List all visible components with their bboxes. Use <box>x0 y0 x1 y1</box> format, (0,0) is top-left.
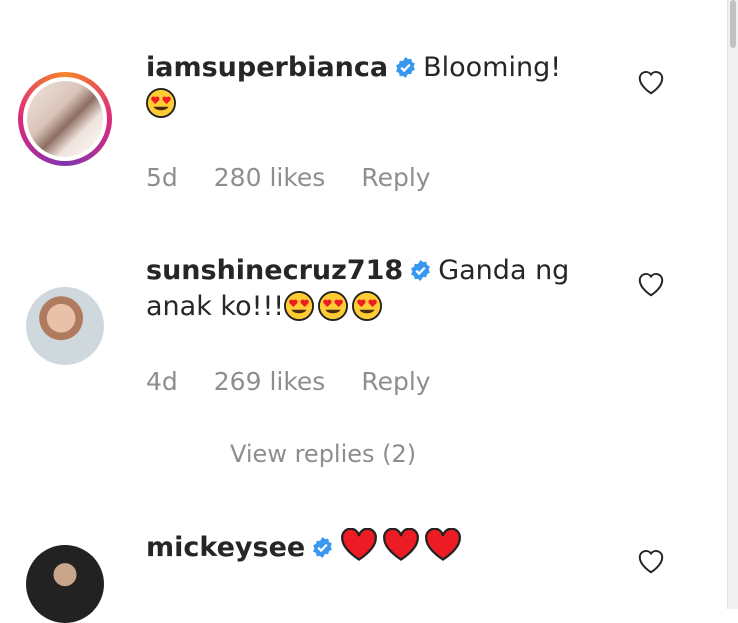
heart-outline-icon[interactable] <box>636 547 666 575</box>
comment-likes[interactable]: 269 likes <box>214 367 326 396</box>
avatar <box>27 81 103 157</box>
comment-text: iamsuperbianca Blooming! <box>146 50 616 122</box>
comment-likes[interactable]: 280 likes <box>214 163 326 192</box>
avatar[interactable] <box>26 287 104 365</box>
comment-text: mickeysee <box>146 528 616 566</box>
comment-body: Blooming! <box>423 52 562 83</box>
heart-eyes-emoji <box>352 291 383 321</box>
reply-button[interactable]: Reply <box>361 367 430 396</box>
red-heart-emoji <box>383 528 420 561</box>
verified-badge-icon <box>411 259 431 282</box>
avatar-story-ring[interactable] <box>18 72 112 166</box>
reply-button[interactable]: Reply <box>361 163 430 192</box>
comment-meta: 4d 269 likes Reply <box>146 367 467 396</box>
comment-age[interactable]: 5d <box>146 163 178 192</box>
heart-outline-icon[interactable] <box>636 68 666 96</box>
comment-username[interactable]: sunshinecruz718 <box>146 255 403 286</box>
scrollbar-thumb[interactable] <box>730 0 736 48</box>
verified-badge-icon <box>396 56 416 79</box>
comment-text: sunshinecruz718 Ganda ng anak ko!!! <box>146 253 616 325</box>
scrollbar[interactable] <box>727 0 738 609</box>
verified-badge-icon <box>313 536 333 559</box>
comment-body: anak ko!!! <box>146 291 285 322</box>
heart-eyes-emoji <box>318 291 349 321</box>
heart-outline-icon[interactable] <box>636 270 666 298</box>
heart-eyes-emoji <box>284 291 315 321</box>
comment-username[interactable]: mickeysee <box>146 532 305 563</box>
red-heart-emoji <box>341 528 378 561</box>
comment-username[interactable]: iamsuperbianca <box>146 52 388 83</box>
heart-eyes-emoji <box>146 88 176 118</box>
comment-meta: 5d 280 likes Reply <box>146 163 467 192</box>
comment-age[interactable]: 4d <box>146 367 178 396</box>
comment-body: Ganda ng <box>438 255 570 286</box>
view-replies-button[interactable]: View replies (2) <box>230 440 416 468</box>
avatar[interactable] <box>26 545 104 623</box>
red-heart-emoji <box>425 528 462 561</box>
